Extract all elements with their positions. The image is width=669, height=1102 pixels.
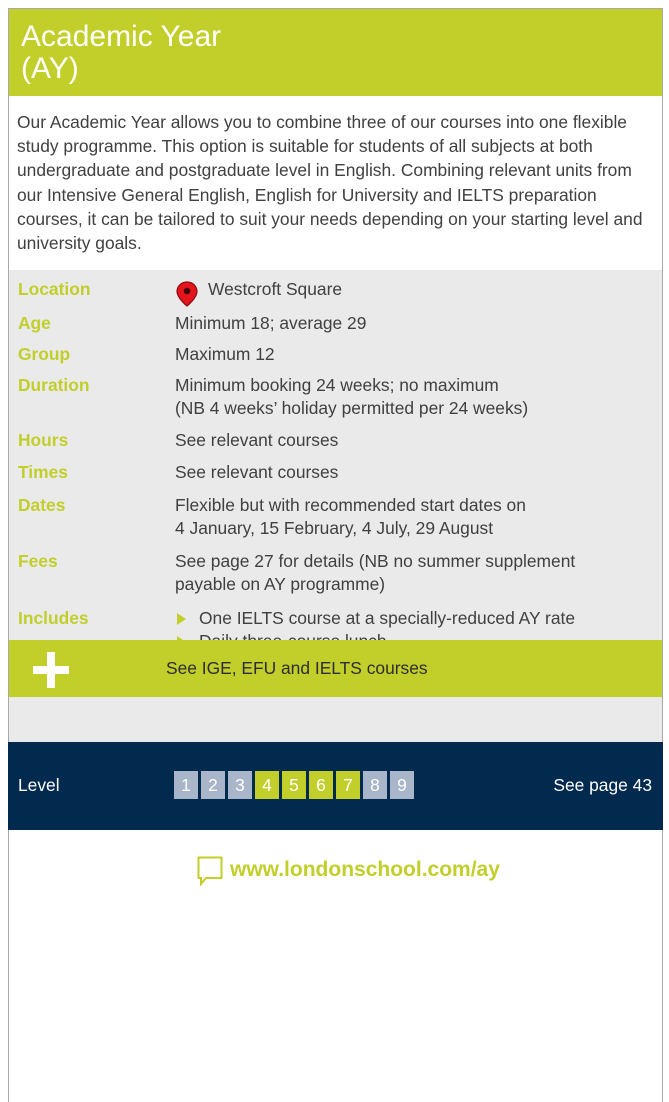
location-value: Westcroft Square xyxy=(208,279,343,299)
divider-strip xyxy=(8,697,663,742)
group-label: Group xyxy=(18,344,71,364)
duration-line-2: (NB 4 weeks’ holiday permitted per 24 we… xyxy=(175,398,529,418)
level-2: 2 xyxy=(201,771,225,799)
group-value: Maximum 12 xyxy=(175,344,275,364)
hours-value: See relevant courses xyxy=(175,430,339,450)
location-label: Location xyxy=(18,279,91,299)
level-9: 9 xyxy=(390,771,414,799)
age-value: Minimum 18; average 29 xyxy=(175,313,367,333)
map-pin-icon xyxy=(176,281,198,307)
dates-line-2: 4 January, 15 February, 4 July, 29 Augus… xyxy=(175,518,494,538)
level-1: 1 xyxy=(174,771,198,799)
fees-value: See page 27 for details (NB no summer su… xyxy=(175,550,665,596)
level-label: Level xyxy=(18,775,60,795)
fees-line-2: payable on AY programme) xyxy=(175,574,386,594)
dates-label: Dates xyxy=(18,495,66,515)
level-8: 8 xyxy=(363,771,387,799)
dates-line-1: Flexible but with recommended start date… xyxy=(175,495,526,515)
level-5: 5 xyxy=(282,771,306,799)
course-details: Location Westcroft Square Age Minimum 18… xyxy=(8,270,665,789)
plus-icon[interactable] xyxy=(33,652,69,688)
website-url[interactable]: www.londonschool.com/ay xyxy=(230,858,500,882)
dates-value: Flexible but with recommended start date… xyxy=(175,494,665,540)
age-label: Age xyxy=(18,313,51,333)
level-6: 6 xyxy=(309,771,333,799)
page-header: Academic Year (AY) xyxy=(8,8,663,96)
fees-label: Fees xyxy=(18,551,58,571)
level-4: 4 xyxy=(255,771,279,799)
fees-line-1: See page 27 for details (NB no summer su… xyxy=(175,551,576,571)
level-bar: Level 1 2 3 4 5 6 7 8 9 See page 43 xyxy=(8,742,663,830)
level-scale: 1 2 3 4 5 6 7 8 9 xyxy=(174,771,417,799)
includes-label: Includes xyxy=(18,608,89,628)
times-value: See relevant courses xyxy=(175,462,339,482)
includes-item: One IELTS course at a specially-reduced … xyxy=(175,607,665,630)
duration-line-1: Minimum booking 24 weeks; no maximum xyxy=(175,375,499,395)
level-3: 3 xyxy=(228,771,252,799)
level-page-reference: See page 43 xyxy=(553,775,652,795)
intro-paragraph: Our Academic Year allows you to combine … xyxy=(17,112,643,254)
page-title: Academic Year (AY) xyxy=(21,21,221,85)
see-courses-link[interactable]: See IGE, EFU and IELTS courses xyxy=(166,658,428,679)
speech-bubble-icon xyxy=(197,856,223,886)
title-line-2: (AY) xyxy=(21,52,79,85)
duration-value: Minimum booking 24 weeks; no maximum (NB … xyxy=(175,374,665,420)
hours-label: Hours xyxy=(18,430,69,450)
times-label: Times xyxy=(18,462,68,482)
duration-label: Duration xyxy=(18,375,90,395)
title-line-1: Academic Year xyxy=(21,20,222,53)
level-7: 7 xyxy=(336,771,360,799)
see-courses-banner[interactable]: See IGE, EFU and IELTS courses xyxy=(8,640,663,697)
